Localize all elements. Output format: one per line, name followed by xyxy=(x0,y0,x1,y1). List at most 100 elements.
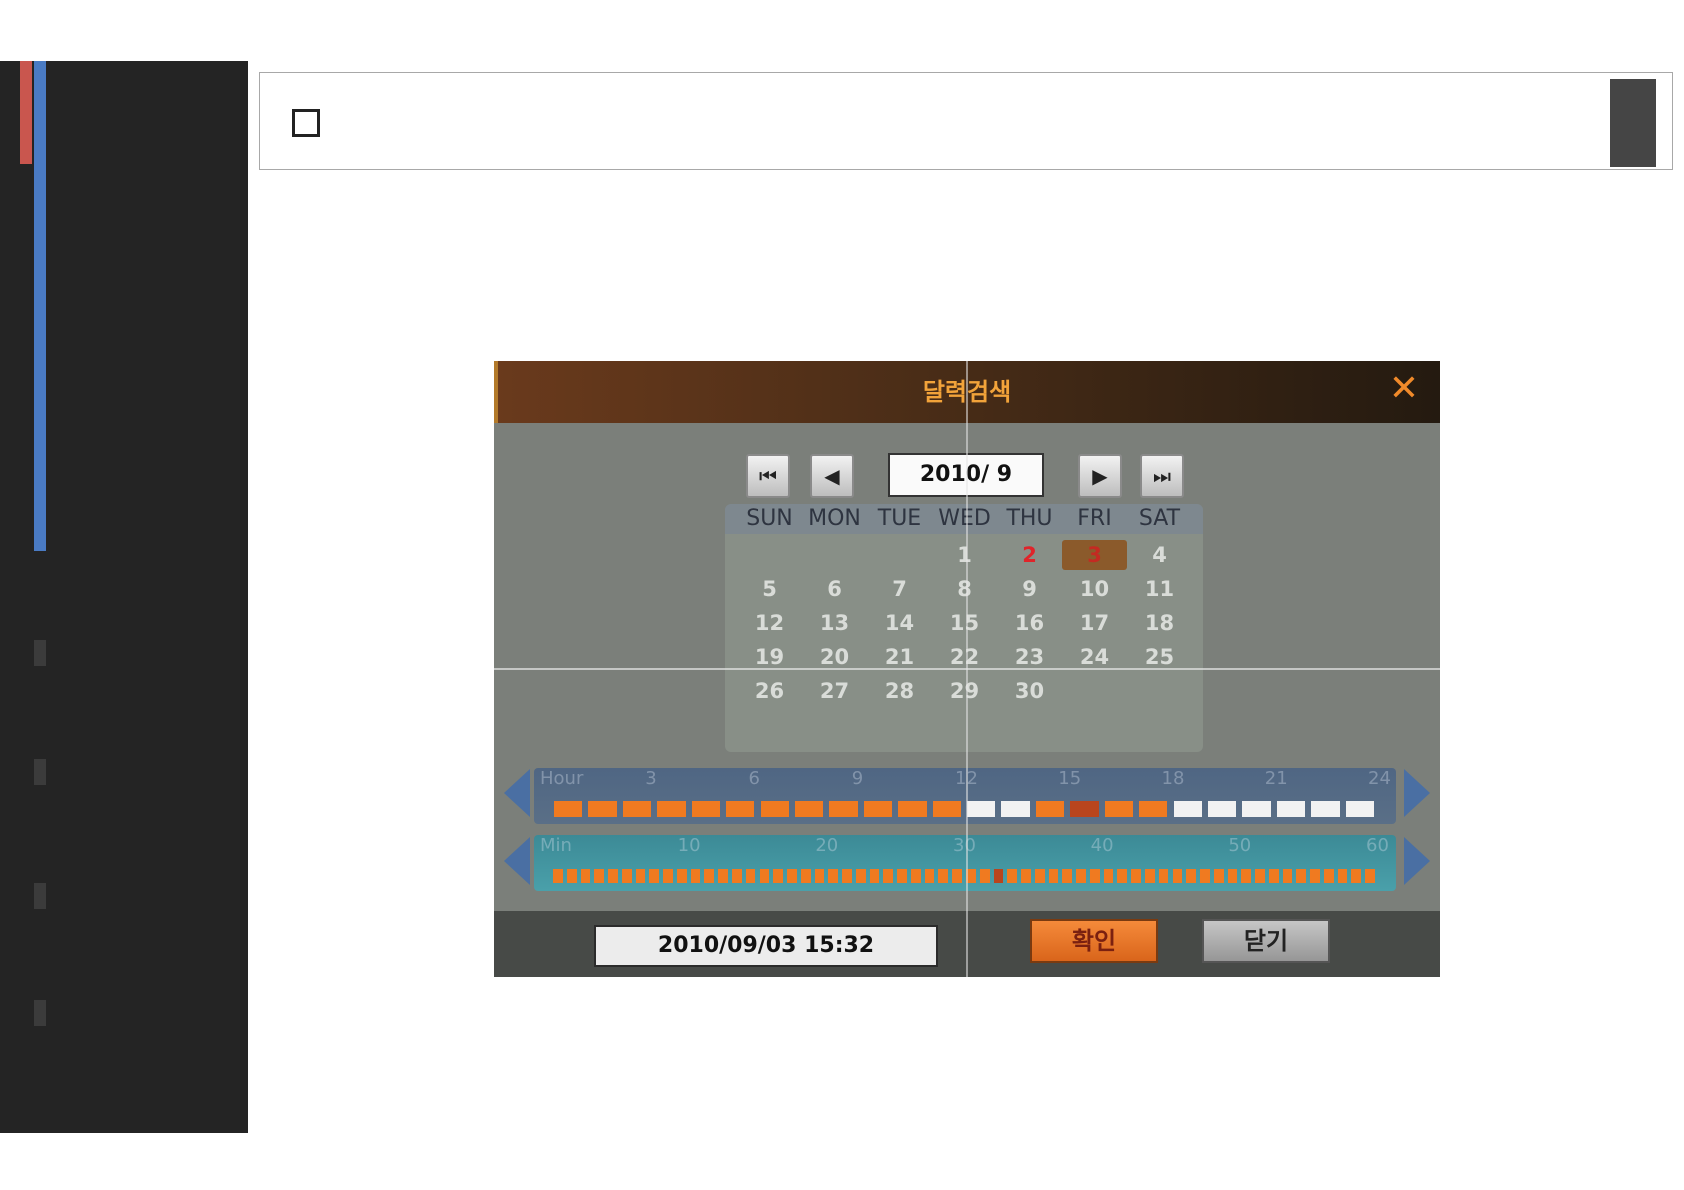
calendar-day[interactable]: 16 xyxy=(997,608,1062,638)
minute-segment[interactable] xyxy=(1144,869,1155,883)
minute-segment[interactable] xyxy=(979,869,990,883)
minute-segment[interactable] xyxy=(787,869,797,883)
ok-button[interactable]: 확인 xyxy=(1030,919,1158,963)
hour-segment[interactable] xyxy=(794,801,824,817)
calendar-day[interactable]: 27 xyxy=(802,676,867,706)
min-left-arrow-icon[interactable] xyxy=(504,837,530,885)
minute-segment[interactable] xyxy=(1048,869,1059,883)
minute-segment[interactable] xyxy=(1117,869,1128,883)
calendar-day[interactable]: 3 xyxy=(1062,540,1127,570)
minute-segment[interactable] xyxy=(800,869,811,883)
minute-segment[interactable] xyxy=(1227,869,1238,883)
last-month-button[interactable]: ⏭ xyxy=(1140,454,1184,498)
calendar-day[interactable]: 30 xyxy=(997,676,1062,706)
hour-segment[interactable] xyxy=(829,801,858,817)
calendar-day[interactable]: 9 xyxy=(997,574,1062,604)
minute-segment[interactable] xyxy=(566,869,577,883)
minute-segment[interactable] xyxy=(1186,869,1197,883)
minute-segment[interactable] xyxy=(718,869,728,883)
minute-segment[interactable] xyxy=(1062,869,1073,883)
hour-segment[interactable] xyxy=(1070,801,1099,817)
minute-segment[interactable] xyxy=(1158,869,1169,883)
minute-segment[interactable] xyxy=(690,869,701,883)
minute-segment[interactable] xyxy=(1089,869,1100,883)
minute-segment[interactable] xyxy=(1034,869,1045,883)
close-button[interactable]: 닫기 xyxy=(1202,919,1330,963)
calendar-day[interactable]: 17 xyxy=(1062,608,1127,638)
minute-segment[interactable] xyxy=(745,869,756,883)
minute-segment[interactable] xyxy=(842,869,852,883)
min-right-arrow-icon[interactable] xyxy=(1404,837,1430,885)
hour-segment[interactable] xyxy=(1001,801,1030,817)
minute-segment[interactable] xyxy=(1310,869,1320,883)
calendar-day[interactable]: 26 xyxy=(737,676,802,706)
hour-right-arrow-icon[interactable] xyxy=(1404,769,1430,817)
minute-segment[interactable] xyxy=(608,869,618,883)
calendar-day[interactable]: 6 xyxy=(802,574,867,604)
minute-segment[interactable] xyxy=(855,869,866,883)
minute-timeline[interactable]: Min 10 20 30 40 50 60 xyxy=(534,835,1396,891)
hour-segment[interactable] xyxy=(1207,801,1237,817)
minute-segment[interactable] xyxy=(704,869,715,883)
hour-segment[interactable] xyxy=(691,801,721,817)
hour-segment[interactable] xyxy=(588,801,617,817)
hour-segment[interactable] xyxy=(967,801,996,817)
minute-segment[interactable] xyxy=(1007,869,1018,883)
minute-segment[interactable] xyxy=(1351,869,1362,883)
minute-segment[interactable] xyxy=(773,869,784,883)
calendar-day[interactable]: 2 xyxy=(997,540,1062,570)
calendar-day[interactable]: 14 xyxy=(867,608,932,638)
hour-timeline[interactable]: Hour 3691215182124 xyxy=(534,768,1396,824)
minute-segment[interactable] xyxy=(1255,869,1265,883)
minute-segment[interactable] xyxy=(676,869,687,883)
hour-segment[interactable] xyxy=(898,801,927,817)
minute-segment[interactable] xyxy=(663,869,673,883)
close-icon[interactable]: ✕ xyxy=(1384,369,1424,409)
calendar-day[interactable]: 5 xyxy=(737,574,802,604)
minute-segment[interactable] xyxy=(993,869,1004,883)
next-month-button[interactable]: ▶ xyxy=(1078,454,1122,498)
hour-segment[interactable] xyxy=(1139,801,1168,817)
minute-segment[interactable] xyxy=(910,869,921,883)
minute-segment[interactable] xyxy=(1337,869,1348,883)
hour-segment[interactable] xyxy=(554,801,583,817)
minute-segment[interactable] xyxy=(924,869,935,883)
minute-segment[interactable] xyxy=(1172,869,1183,883)
calendar-day[interactable]: 12 xyxy=(737,608,802,638)
hour-segment[interactable] xyxy=(760,801,789,817)
calendar-day[interactable]: 4 xyxy=(1127,540,1192,570)
hour-segment[interactable] xyxy=(726,801,755,817)
minute-segment[interactable] xyxy=(1323,869,1334,883)
minute-segment[interactable] xyxy=(1200,869,1210,883)
minute-segment[interactable] xyxy=(883,869,894,883)
calendar-day[interactable]: 15 xyxy=(932,608,997,638)
minute-segment[interactable] xyxy=(814,869,825,883)
hour-segment[interactable] xyxy=(1035,801,1065,817)
minute-segment[interactable] xyxy=(1103,869,1114,883)
calendar-day[interactable]: 11 xyxy=(1127,574,1192,604)
hour-segment[interactable] xyxy=(1242,801,1271,817)
prev-month-button[interactable]: ◀ xyxy=(810,454,854,498)
minute-segment[interactable] xyxy=(1365,869,1375,883)
header-checkbox[interactable] xyxy=(292,109,320,137)
minute-segment[interactable] xyxy=(580,869,591,883)
minute-segment[interactable] xyxy=(938,869,949,883)
minute-segment[interactable] xyxy=(1213,869,1224,883)
minute-segment[interactable] xyxy=(1131,869,1141,883)
hour-segment[interactable] xyxy=(1173,801,1202,817)
hour-segment[interactable] xyxy=(657,801,686,817)
minute-segment[interactable] xyxy=(594,869,605,883)
minute-segment[interactable] xyxy=(1268,869,1279,883)
minute-segment[interactable] xyxy=(1296,869,1307,883)
minute-segment[interactable] xyxy=(828,869,839,883)
hour-segment[interactable] xyxy=(863,801,893,817)
hour-segment[interactable] xyxy=(932,801,961,817)
hour-segment[interactable] xyxy=(622,801,652,817)
minute-segment[interactable] xyxy=(621,869,632,883)
minute-segment[interactable] xyxy=(1021,869,1031,883)
calendar-day[interactable]: 28 xyxy=(867,676,932,706)
first-month-button[interactable]: ⏮ xyxy=(746,454,790,498)
calendar-day[interactable]: 13 xyxy=(802,608,867,638)
calendar-day[interactable]: 18 xyxy=(1127,608,1192,638)
minute-segment[interactable] xyxy=(731,869,742,883)
